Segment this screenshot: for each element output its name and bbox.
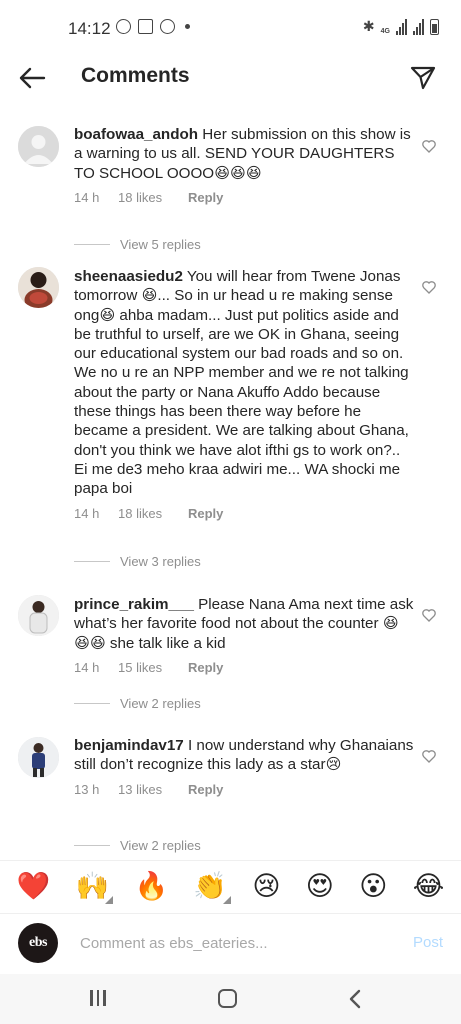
comment-likes[interactable]: 13 likes [118,782,188,797]
comment-input[interactable] [80,931,380,955]
whatsapp-icon [116,19,131,34]
emoji-reaction-bar: ❤️ 🙌 🔥 👏 😢 😍 😮 😂 [0,860,461,914]
comment-time: 14 h [74,659,100,675]
comment-likes[interactable]: 18 likes [118,190,188,205]
avatar[interactable] [18,737,59,778]
surprised-emoji-button[interactable]: 😮 [359,872,387,902]
comment-body: prince_rakim___ Please Nana Ama next tim… [74,595,414,675]
system-back-icon[interactable] [348,988,362,1010]
view-replies[interactable]: View 2 replies [74,838,201,853]
divider [74,244,110,245]
play-icon [160,19,175,34]
status-bar: 14:12 ✱ 4G [0,0,461,56]
comment-time: 13 h [74,781,100,797]
comment-body: benjamindav17 I now understand why Ghana… [74,736,414,797]
bluetooth-icon: ✱ [362,18,375,34]
reply-button[interactable]: Reply [188,506,223,521]
default-avatar-icon [18,126,59,167]
header: Comments [0,56,461,100]
comment-text-block: prince_rakim___ Please Nana Ama next tim… [74,595,414,653]
comment-text-block: benjamindav17 I now understand why Ghana… [74,736,414,775]
comment-username[interactable]: prince_rakim___ [74,596,194,613]
reply-button[interactable]: Reply [188,190,223,205]
comment-meta: 14 h 18 likes Reply [74,190,414,205]
more-notifications-icon [185,24,190,29]
home-button[interactable] [218,989,237,1008]
network-type-label: 4G [380,28,390,35]
comment-time: 14 h [74,189,100,205]
battery-icon [430,19,439,35]
comment-body: boafowaa_andoh Her submission on this sh… [74,125,414,205]
clapping-emoji-button[interactable]: 👏 [193,872,227,902]
fire-emoji-button[interactable]: 🔥 [134,872,168,902]
crying-emoji-button[interactable]: 😢 [252,872,280,902]
avatar-logo-text: ebs [29,935,47,950]
reply-button[interactable]: Reply [188,660,223,675]
avatar[interactable] [18,126,59,167]
comment-likes[interactable]: 15 likes [118,660,188,675]
user-photo-icon [18,595,59,636]
view-replies-label: View 3 replies [120,554,201,569]
view-replies-label: View 2 replies [120,696,201,711]
share-button[interactable] [405,60,441,96]
signal-icon-2 [413,19,424,35]
page-title: Comments [81,64,190,87]
signal-icon [396,19,407,35]
comment-username[interactable]: boafowaa_andoh [74,126,198,143]
avatar[interactable] [18,595,59,636]
comment-meta: 14 h 15 likes Reply [74,660,414,675]
like-heart-icon[interactable] [421,607,437,623]
reply-button[interactable]: Reply [188,782,223,797]
gallery-icon [138,19,153,34]
view-replies[interactable]: View 5 replies [74,237,201,252]
comment-meta: 13 h 13 likes Reply [74,782,414,797]
status-time: 14:12 [68,19,111,38]
laughing-emoji-button[interactable]: 😂 [413,872,445,902]
divider [74,845,110,846]
user-photo-icon [18,737,59,778]
like-heart-icon[interactable] [421,138,437,154]
comment-likes[interactable]: 18 likes [118,506,188,521]
back-arrow-icon [19,67,46,89]
post-button[interactable]: Post [413,934,443,951]
divider [74,561,110,562]
raising-hands-emoji-button[interactable]: 🙌 [76,872,110,902]
current-user-avatar: ebs [18,923,58,963]
comment-composer: ebs Post [0,915,461,973]
view-replies[interactable]: View 2 replies [74,696,201,711]
system-navigation-bar [0,974,461,1024]
comment-body: sheenaasiedu2 You will hear from Twene J… [74,267,414,521]
recent-apps-button[interactable] [90,990,106,1006]
comment-text: You will hear from Twene Jonas tomorrow … [74,268,409,498]
user-photo-icon [18,267,59,308]
direct-send-icon [410,66,436,90]
view-replies-label: View 2 replies [120,838,201,853]
view-replies[interactable]: View 3 replies [74,554,201,569]
view-replies-label: View 5 replies [120,237,201,252]
heart-eyes-emoji-button[interactable]: 😍 [306,872,334,902]
back-button[interactable] [14,60,50,96]
like-heart-icon[interactable] [421,748,437,764]
heart-emoji-button[interactable]: ❤️ [17,872,51,902]
comment-meta: 14 h 18 likes Reply [74,506,414,521]
comment-time: 14 h [74,505,100,521]
comment-username[interactable]: benjamindav17 [74,737,184,754]
status-system-icons: ✱ 4G [363,18,439,35]
divider [74,703,110,704]
avatar[interactable] [18,267,59,308]
status-notification-icons [116,19,190,34]
like-heart-icon[interactable] [421,279,437,295]
comment-username[interactable]: sheenaasiedu2 [74,268,183,285]
comment-text-block: boafowaa_andoh Her submission on this sh… [74,125,414,183]
comment-text-block: sheenaasiedu2 You will hear from Twene J… [74,267,414,499]
